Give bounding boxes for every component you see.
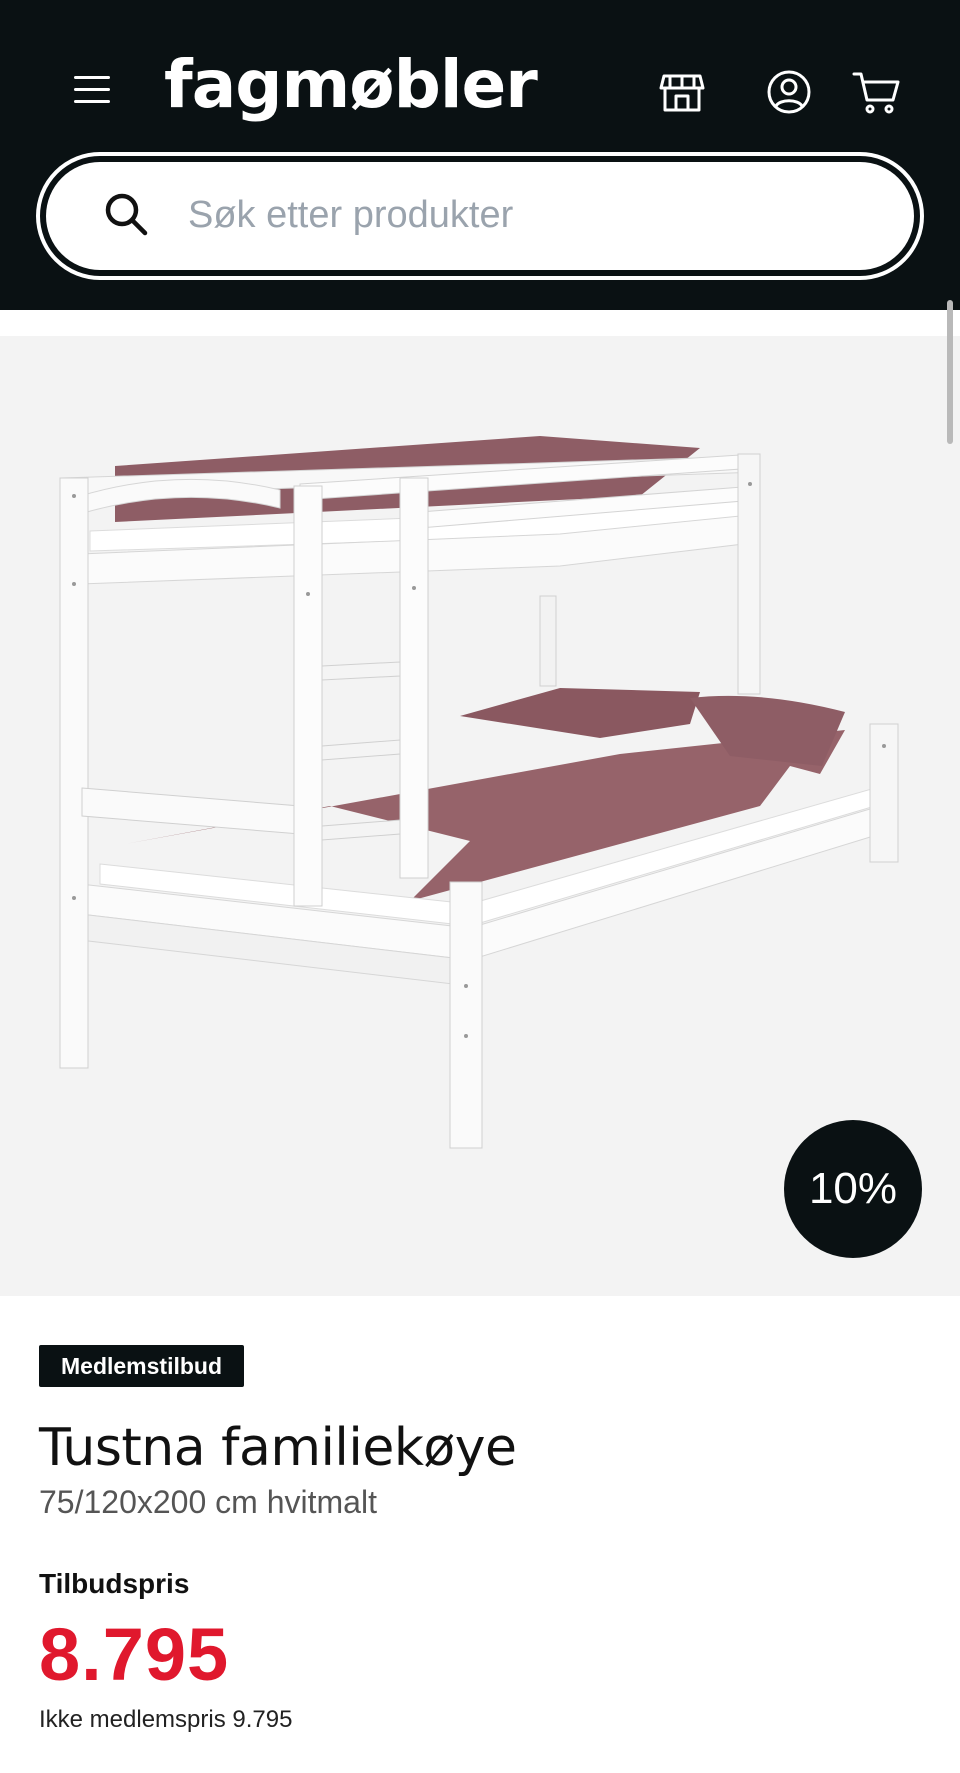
search-input[interactable] (186, 180, 830, 250)
product-image[interactable]: 10% (0, 336, 960, 1296)
offer-price: 8.795 (39, 1613, 230, 1696)
site-logo[interactable]: fagmøbler (164, 40, 538, 130)
search-field-container[interactable] (46, 162, 914, 270)
non-member-price: Ikke medlemspris 9.795 (39, 1706, 293, 1733)
product-title: Tustna familiekøye (39, 1418, 517, 1478)
menu-icon[interactable] (72, 74, 112, 106)
site-header: fagmøbler (0, 0, 960, 310)
product-subtitle: 75/120x200 cm hvitmalt (39, 1484, 377, 1520)
search-icon[interactable] (102, 190, 150, 238)
store-icon[interactable] (658, 68, 706, 116)
account-icon[interactable] (765, 68, 813, 116)
discount-badge: 10% (784, 1120, 922, 1258)
member-offer-badge: Medlemstilbud (39, 1345, 245, 1387)
cart-icon[interactable] (852, 68, 900, 116)
scrollbar[interactable] (947, 300, 953, 444)
search-bar (36, 152, 924, 280)
price-label: Tilbudspris (39, 1568, 190, 1599)
